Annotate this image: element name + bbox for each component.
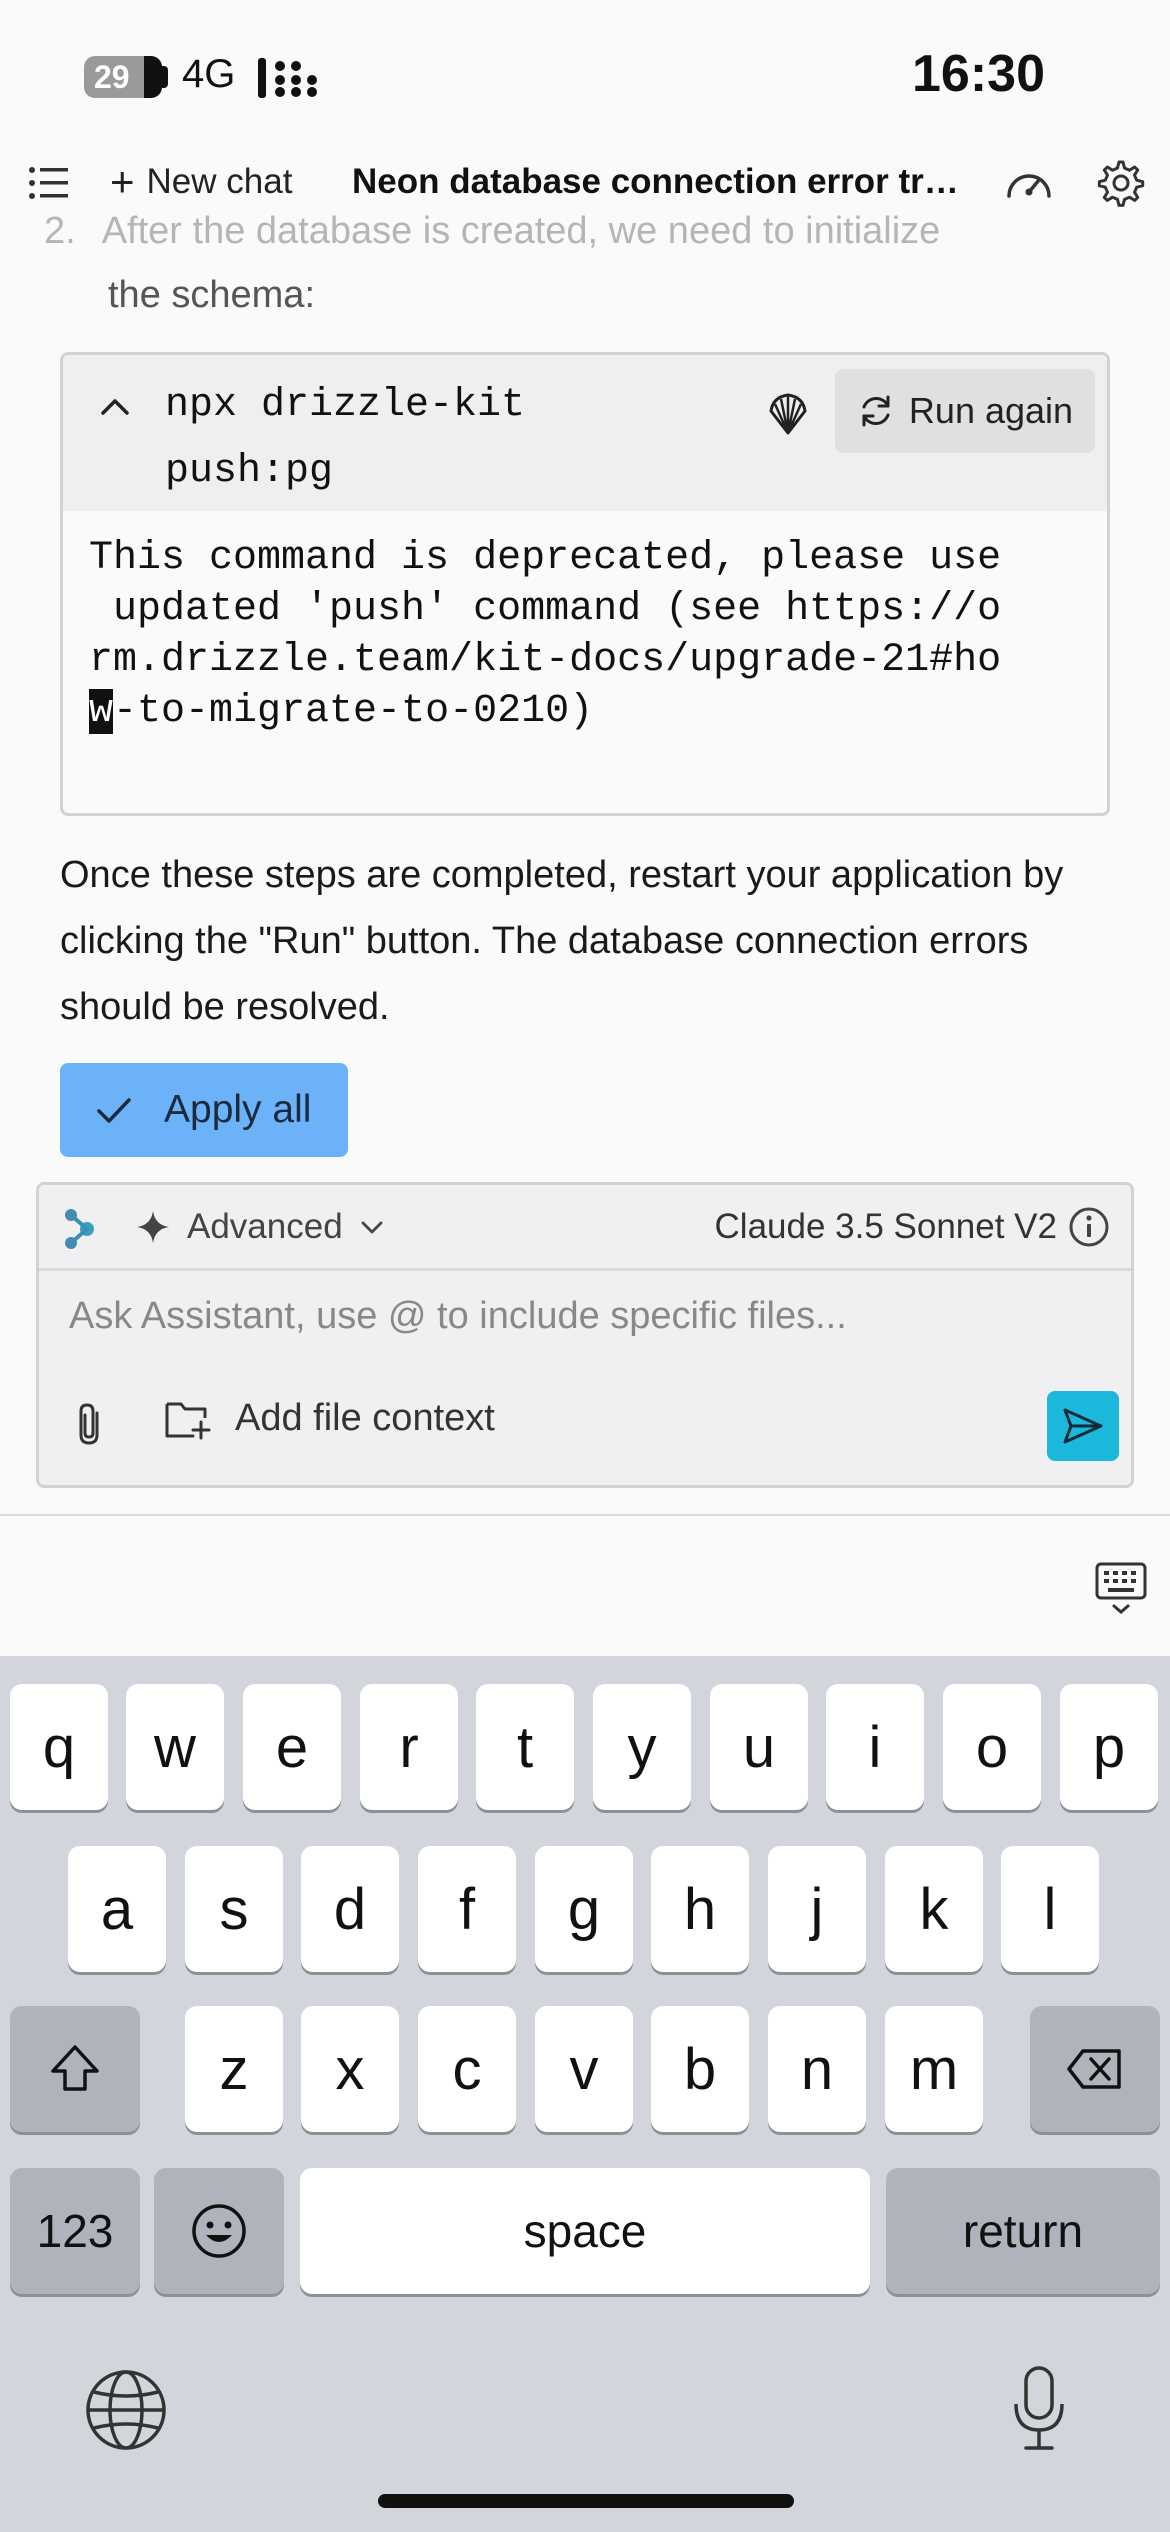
step-text: After the database is created, we need t… [101, 210, 941, 252]
key-t[interactable]: t [476, 1684, 574, 1810]
numbers-key[interactable]: 123 [10, 2168, 140, 2294]
command-text: npx drizzle-kit push:pg [165, 373, 525, 505]
hamburger-menu-icon[interactable] [28, 166, 68, 200]
signal-strength-icon [258, 58, 317, 98]
emoji-key[interactable] [154, 2168, 284, 2294]
battery-level: 29 [94, 59, 130, 95]
key-o[interactable]: o [943, 1684, 1041, 1810]
divider [0, 1514, 1170, 1516]
chat-title: Neon database connection error tro... [352, 162, 968, 201]
home-indicator [378, 2494, 794, 2508]
chat-header: + New chat Neon database connection erro… [0, 150, 1170, 216]
space-key[interactable]: space [300, 2168, 870, 2294]
add-file-context-label: Add file context [235, 1397, 495, 1439]
key-g[interactable]: g [535, 1846, 633, 1972]
new-chat-label: New chat [146, 162, 293, 201]
text-cursor: w [89, 689, 114, 734]
send-icon [1063, 1408, 1103, 1444]
key-y[interactable]: y [593, 1684, 691, 1810]
key-w[interactable]: w [126, 1684, 224, 1810]
run-again-label: Run again [908, 390, 1074, 431]
shift-icon [51, 2045, 99, 2091]
code-block-header: npx drizzle-kit push:pg Run again [63, 355, 1107, 511]
key-z[interactable]: z [185, 2006, 283, 2132]
gauge-icon[interactable] [1004, 162, 1054, 204]
key-x[interactable]: x [301, 2006, 399, 2132]
new-chat-button[interactable]: + New chat [110, 158, 293, 205]
key-j[interactable]: j [768, 1846, 866, 1972]
shift-key[interactable] [10, 2006, 140, 2132]
send-button[interactable] [1047, 1391, 1119, 1461]
key-d[interactable]: d [301, 1846, 399, 1972]
gear-icon[interactable] [1096, 158, 1146, 208]
run-again-button[interactable]: Run again [835, 369, 1095, 453]
network-type: 4G [182, 52, 236, 96]
key-a[interactable]: a [68, 1846, 166, 1972]
key-s[interactable]: s [185, 1846, 283, 1972]
composer-toolbar: Advanced Claude 3.5 Sonnet V2 [39, 1185, 1131, 1271]
key-k[interactable]: k [885, 1846, 983, 1972]
paperclip-icon[interactable] [71, 1401, 111, 1447]
microphone-icon[interactable] [1008, 2364, 1070, 2454]
output-line: -to-migrate-to-0210) [113, 689, 594, 734]
backspace-key[interactable] [1030, 2006, 1160, 2132]
output-line: This command is deprecated, please use [89, 536, 1002, 581]
info-icon[interactable] [1067, 1205, 1111, 1249]
step-number: 2. [44, 210, 76, 252]
instruction-paragraph: Once these steps are completed, restart … [60, 854, 1064, 1028]
key-c[interactable]: c [418, 2006, 516, 2132]
apply-all-button[interactable]: Apply all [60, 1063, 348, 1157]
globe-icon[interactable] [84, 2368, 168, 2452]
model-selector[interactable]: Claude 3.5 Sonnet V2 [715, 1207, 1057, 1247]
output-line: updated 'push' command (see https://o [89, 587, 1002, 632]
chevron-down-icon [361, 1221, 383, 1234]
assistant-logo-icon [65, 1209, 94, 1249]
command-code-block: npx drizzle-kit push:pg Run again This c… [60, 352, 1110, 816]
key-m[interactable]: m [885, 2006, 983, 2132]
return-key[interactable]: return [886, 2168, 1160, 2294]
key-b[interactable]: b [651, 2006, 749, 2132]
on-screen-keyboard: q w e r t y u i o p a s d f g h j k l z … [0, 1656, 1170, 2532]
key-n[interactable]: n [768, 2006, 866, 2132]
key-f[interactable]: f [418, 1846, 516, 1972]
command-line-1: npx drizzle-kit [165, 383, 526, 428]
checkmark-icon [97, 1098, 131, 1123]
refresh-icon [862, 395, 890, 427]
prompt-input[interactable]: Ask Assistant, use @ to include specific… [69, 1295, 847, 1338]
mode-selector[interactable]: Advanced [135, 1207, 385, 1247]
mode-label: Advanced [187, 1207, 343, 1246]
emoji-icon [192, 2204, 246, 2258]
command-output: This command is deprecated, please use u… [89, 533, 1001, 737]
output-line: rm.drizzle.team/kit-docs/upgrade-21#ho [89, 638, 1002, 683]
status-bar: 29 4G 16:30 [0, 0, 1170, 150]
add-file-context-button[interactable]: Add file context [163, 1397, 495, 1440]
folder-plus-icon [165, 1402, 211, 1439]
chevron-up-icon[interactable] [97, 389, 133, 425]
key-p[interactable]: p [1060, 1684, 1158, 1810]
keyboard-toggle-icon[interactable] [1094, 1560, 1148, 1616]
message-composer: Advanced Claude 3.5 Sonnet V2 Ask Assist… [36, 1182, 1134, 1488]
key-h[interactable]: h [651, 1846, 749, 1972]
key-q[interactable]: q [10, 1684, 108, 1810]
sparkle-icon [137, 1211, 169, 1243]
backspace-icon [1067, 2049, 1121, 2089]
key-v[interactable]: v [535, 2006, 633, 2132]
key-u[interactable]: u [710, 1684, 808, 1810]
plus-icon: + [110, 158, 135, 205]
command-line-2: push:pg [165, 449, 334, 494]
key-i[interactable]: i [826, 1684, 924, 1810]
step-2-text: 2. After the database is created, we need… [44, 210, 940, 253]
apply-all-label: Apply all [164, 1088, 312, 1131]
shell-icon[interactable] [763, 389, 813, 439]
key-e[interactable]: e [243, 1684, 341, 1810]
key-l[interactable]: l [1001, 1846, 1099, 1972]
clock: 16:30 [912, 45, 1045, 103]
battery-indicator: 29 [84, 56, 168, 98]
key-r[interactable]: r [360, 1684, 458, 1810]
step-2-text-continued: the schema: [108, 274, 315, 316]
